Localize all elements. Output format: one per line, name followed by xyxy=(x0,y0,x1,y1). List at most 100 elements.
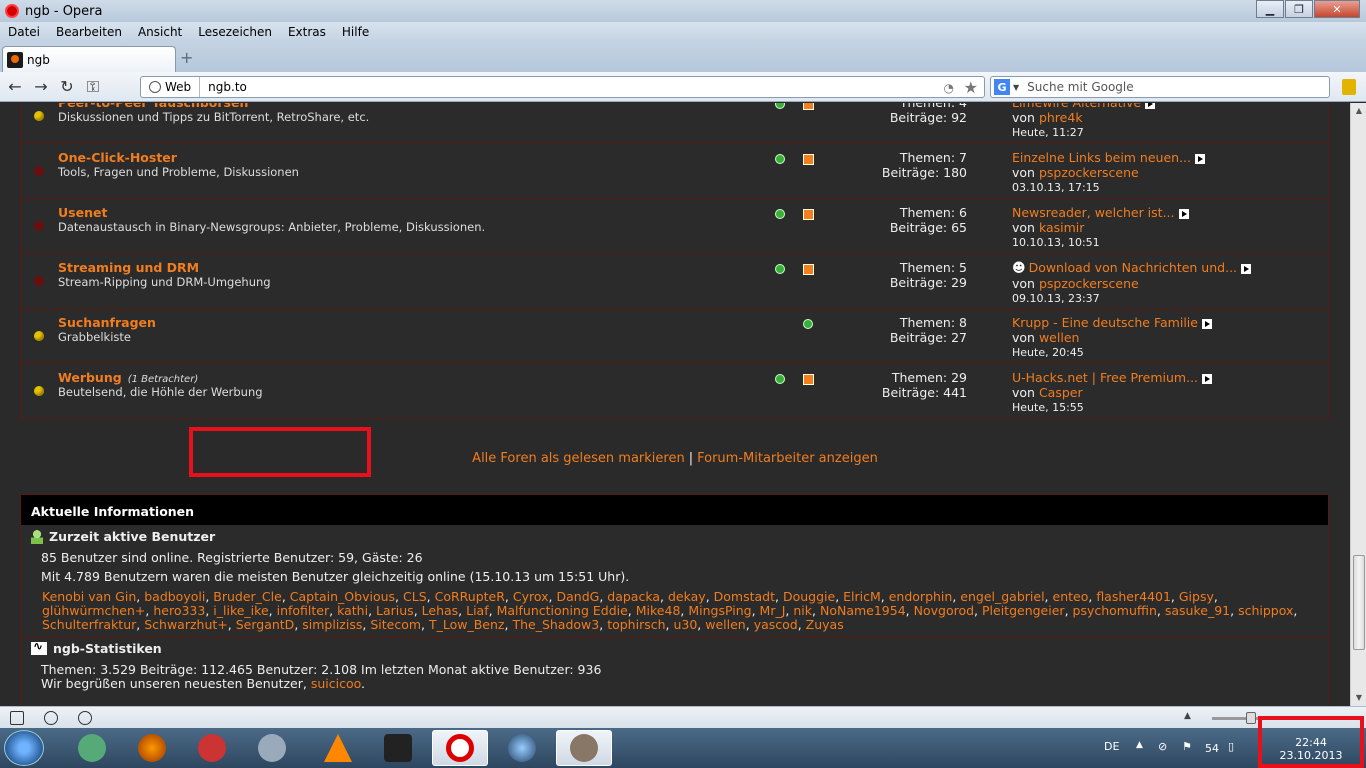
speed-dial-icon[interactable] xyxy=(78,711,92,725)
forum-title-link[interactable]: Werbung (1 Betrachter) xyxy=(58,370,198,385)
url-text[interactable]: ngb.to xyxy=(208,80,247,94)
online-user-link[interactable]: Zuyas xyxy=(806,617,844,632)
online-user-link[interactable]: Schwarzhut+ xyxy=(144,617,228,632)
key-icon[interactable]: ⚿ xyxy=(82,76,104,98)
forum-title-link[interactable]: Streaming und DRM xyxy=(58,260,199,275)
online-user-link[interactable]: Malfunctioning Eddie xyxy=(497,603,628,618)
online-user-link[interactable]: Pleitgengeier xyxy=(982,603,1065,618)
go-to-last-post-icon[interactable] xyxy=(1202,373,1213,384)
online-user-link[interactable]: Larius xyxy=(376,603,414,618)
tab-ngb[interactable]: ngb xyxy=(2,46,176,72)
panel-toggle-icon[interactable] xyxy=(10,711,24,725)
taskbar-vlc-app[interactable] xyxy=(310,730,366,766)
taskbar-gimp-app[interactable] xyxy=(556,730,612,766)
action-center-flag-icon[interactable]: ⚑ xyxy=(1182,740,1192,753)
last-post-user-link[interactable]: pspzockerscene xyxy=(1039,165,1139,180)
online-user-link[interactable]: Captain_Obvious xyxy=(290,589,395,604)
tray-expand-icon[interactable]: ▲ xyxy=(1136,740,1143,750)
last-post-user-link[interactable]: Casper xyxy=(1039,385,1083,400)
online-user-link[interactable]: dekay xyxy=(668,589,706,604)
menu-lesezeichen[interactable]: Lesezeichen xyxy=(190,25,280,39)
taskbar-ccleaner-app[interactable] xyxy=(184,730,240,766)
last-post-title-link[interactable]: Download von Nachrichten und... xyxy=(1029,260,1237,275)
online-user-link[interactable]: Domstadt xyxy=(714,589,775,604)
lock-icon[interactable] xyxy=(1342,79,1356,95)
go-to-last-post-icon[interactable] xyxy=(1145,103,1156,109)
last-post-title-link[interactable]: Einzelne Links beim neuen... xyxy=(1012,150,1191,165)
maximize-button[interactable]: ❐ xyxy=(1285,0,1313,18)
subscribe-icon[interactable] xyxy=(775,103,785,109)
forward-icon[interactable]: → xyxy=(30,76,52,98)
online-user-link[interactable]: infofilter xyxy=(277,603,330,618)
go-to-last-post-icon[interactable] xyxy=(1178,208,1189,219)
online-user-link[interactable]: DandG xyxy=(556,589,599,604)
last-post-title-link[interactable]: Newsreader, welcher ist... xyxy=(1012,205,1175,220)
last-post-user-link[interactable]: phre4k xyxy=(1039,110,1083,125)
scrollbar-thumb[interactable] xyxy=(1353,555,1365,650)
online-user-link[interactable]: Cyrox xyxy=(513,589,549,604)
taskbar-network-app[interactable] xyxy=(244,730,300,766)
online-user-link[interactable]: Mike48 xyxy=(636,603,681,618)
online-user-link[interactable]: T_Low_Benz xyxy=(429,617,505,632)
address-field[interactable]: Web ngb.to ◔ ★ xyxy=(140,76,985,98)
online-user-link[interactable]: Schulterfraktur xyxy=(42,617,136,632)
mark-all-read-link[interactable]: Alle Foren als gelesen markieren xyxy=(472,451,685,466)
network-blocked-icon[interactable]: ⊘ xyxy=(1158,740,1167,753)
go-to-last-post-icon[interactable] xyxy=(1195,153,1206,164)
online-user-link[interactable]: wellen xyxy=(705,617,745,632)
forum-title-link[interactable]: Usenet xyxy=(58,205,107,220)
online-user-link[interactable]: schippox xyxy=(1238,603,1293,618)
rss-icon[interactable] xyxy=(803,264,814,275)
online-user-link[interactable]: i_like_ike xyxy=(213,603,268,618)
online-user-link[interactable]: ElricM xyxy=(843,589,881,604)
taskbar-opera-app[interactable] xyxy=(432,730,488,766)
go-to-last-post-icon[interactable] xyxy=(1201,318,1212,329)
forum-title-link[interactable]: Suchanfragen xyxy=(58,315,156,330)
online-user-link[interactable]: nik xyxy=(793,603,812,618)
online-user-link[interactable]: kathi xyxy=(337,603,368,618)
last-post-user-link[interactable]: wellen xyxy=(1039,330,1079,345)
scroll-down-icon[interactable]: ▼ xyxy=(1351,690,1366,706)
newest-user-link[interactable]: suicicoo xyxy=(311,676,361,691)
rss-icon[interactable] xyxy=(803,103,814,110)
language-indicator[interactable]: DE xyxy=(1104,740,1119,753)
online-user-link[interactable]: Kenobi van Gin xyxy=(42,589,136,604)
show-staff-link[interactable]: Forum-Mitarbeiter anzeigen xyxy=(697,451,878,466)
start-button[interactable] xyxy=(4,730,44,766)
chevron-down-icon[interactable]: ▼ xyxy=(1013,83,1019,92)
online-user-link[interactable]: sasuke_91 xyxy=(1165,603,1230,618)
subscribe-icon[interactable] xyxy=(775,374,785,384)
online-user-link[interactable]: Douggie xyxy=(783,589,835,604)
online-user-link[interactable]: Bruder_Cle xyxy=(213,589,282,604)
online-user-link[interactable]: Sitecom xyxy=(370,617,421,632)
taskbar-thunderbird-app[interactable] xyxy=(494,730,550,766)
online-user-link[interactable]: u30 xyxy=(673,617,697,632)
online-user-link[interactable]: SergantD xyxy=(236,617,295,632)
menu-hilfe[interactable]: Hilfe xyxy=(334,25,377,39)
online-user-link[interactable]: flasher4401 xyxy=(1096,589,1171,604)
online-user-link[interactable]: simpliziss xyxy=(302,617,362,632)
online-user-link[interactable]: enteo xyxy=(1053,589,1089,604)
close-button[interactable]: ✕ xyxy=(1314,0,1360,18)
online-user-link[interactable]: The_Shadow3 xyxy=(512,617,599,632)
reload-icon[interactable]: ↻ xyxy=(56,76,78,98)
online-user-link[interactable]: glühwürmchen+ xyxy=(42,603,145,618)
opera-icon[interactable] xyxy=(5,4,19,18)
menu-datei[interactable]: Datei xyxy=(0,25,48,39)
online-user-link[interactable]: hero333 xyxy=(153,603,205,618)
online-user-link[interactable]: endorphin xyxy=(889,589,953,604)
menu-extras[interactable]: Extras xyxy=(280,25,334,39)
online-user-link[interactable]: NoName1954 xyxy=(820,603,906,618)
rss-icon[interactable] xyxy=(803,209,814,220)
rss-icon[interactable] xyxy=(803,154,814,165)
last-post-title-link[interactable]: Limewire Alternative xyxy=(1012,103,1141,110)
menu-bearbeiten[interactable]: Bearbeiten xyxy=(48,25,130,39)
rss-feed-icon[interactable]: ◔ xyxy=(944,81,954,95)
last-post-title-link[interactable]: Krupp - Eine deutsche Familie xyxy=(1012,315,1198,330)
view-up-icon[interactable]: ▲ xyxy=(1184,711,1191,721)
online-user-link[interactable]: badboyoli xyxy=(144,589,205,604)
cloud-icon[interactable] xyxy=(44,711,58,725)
online-user-link[interactable]: Novgorod xyxy=(914,603,974,618)
scroll-up-icon[interactable]: ▲ xyxy=(1351,103,1366,119)
subscribe-icon[interactable] xyxy=(775,154,785,164)
